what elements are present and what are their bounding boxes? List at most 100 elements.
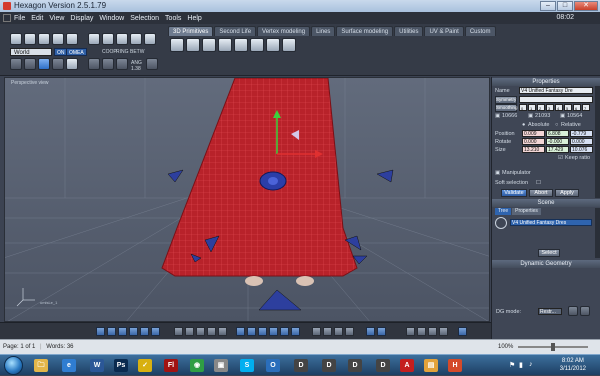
invert-selection-icon[interactable] (116, 58, 128, 70)
rotate-z-field[interactable]: 0.000 (570, 138, 593, 145)
cube-primitive-icon[interactable] (170, 38, 184, 52)
validate-button[interactable]: Validate (501, 189, 527, 197)
layout-horizontal-icon[interactable] (140, 327, 149, 336)
position-y-field[interactable]: 6.808 (546, 130, 569, 137)
select-button[interactable]: Select (538, 249, 560, 257)
smoothing-level-1[interactable]: 1 (528, 104, 536, 111)
omea-toggle[interactable]: OMEA (66, 48, 87, 56)
camera-icon[interactable] (174, 327, 183, 336)
tray-network-icon[interactable]: ▮ (519, 361, 523, 369)
tab-uv-paint[interactable]: UV & Paint (424, 26, 464, 36)
shrink-selection-icon[interactable] (102, 58, 114, 70)
lighting-icon[interactable] (269, 327, 278, 336)
start-button[interactable] (4, 356, 23, 375)
taskbar-clock[interactable]: 8:02 AM 3/11/2012 (560, 357, 586, 373)
tab-3d-primitives[interactable]: 3D Primitives (168, 26, 214, 36)
edge-select-icon[interactable] (102, 33, 114, 45)
keep-ratio-checkbox[interactable]: ☑ (558, 155, 563, 161)
smoothing-level-0[interactable]: 0 (519, 104, 527, 111)
cone-primitive-icon[interactable] (218, 38, 232, 52)
scale-tool-icon[interactable] (52, 33, 64, 45)
grow-selection-icon[interactable] (88, 58, 100, 70)
object-select-icon[interactable] (130, 33, 142, 45)
select-tool-icon[interactable] (10, 33, 22, 45)
zoom-icon[interactable] (185, 327, 194, 336)
norton-icon[interactable]: ✓ (134, 357, 156, 374)
lasso-icon[interactable] (38, 58, 50, 70)
smoothing-level-3[interactable]: 3 (546, 104, 554, 111)
layout-split-icon[interactable] (107, 327, 116, 336)
size-x-field[interactable]: 13.210 (522, 146, 545, 153)
ao-icon[interactable] (291, 327, 300, 336)
orbit-icon[interactable] (207, 327, 216, 336)
acrobat-icon[interactable]: A (396, 357, 418, 374)
magnet-icon[interactable] (24, 58, 36, 70)
zoom-slider-handle[interactable] (551, 343, 555, 351)
menu-window[interactable]: Window (99, 15, 124, 22)
chrome-icon[interactable]: ◉ (186, 357, 208, 374)
smoothing-level-6[interactable]: 6 (573, 104, 581, 111)
tab-vertex-modeling[interactable]: Vertex modeling (257, 26, 311, 36)
abort-button[interactable]: Abort (529, 189, 553, 197)
smoothing-button[interactable]: Smoothing (495, 104, 518, 112)
position-x-field[interactable]: 0.009 (522, 130, 545, 137)
symmetry-field[interactable] (519, 96, 593, 103)
flash-icon[interactable]: Fl (160, 357, 182, 374)
pen-tool-icon[interactable] (146, 58, 158, 70)
app-icon[interactable]: ▣ (210, 357, 232, 374)
pan-icon[interactable] (196, 327, 205, 336)
menu-tools[interactable]: Tools (165, 15, 181, 22)
coordinate-system-select[interactable]: World (10, 48, 52, 56)
tab-surface-modeling[interactable]: Surface modeling (336, 26, 394, 36)
manipulator-checkbox[interactable]: ▣ (495, 170, 500, 176)
close-button[interactable]: ✕ (574, 1, 598, 11)
smoothing-level-7[interactable]: 7 (582, 104, 590, 111)
grid-icon[interactable] (312, 327, 321, 336)
face-select-icon[interactable] (116, 33, 128, 45)
shading-icon[interactable] (236, 327, 245, 336)
cylinder-primitive-icon[interactable] (202, 38, 216, 52)
minimize-button[interactable]: – (540, 1, 556, 11)
tab-lines[interactable]: Lines (311, 26, 336, 36)
name-field[interactable]: V4 Unified Fantasy Dre (519, 87, 593, 94)
smoothing-level-5[interactable]: 5 (564, 104, 572, 111)
menu-selection[interactable]: Selection (130, 15, 159, 22)
render-region-icon[interactable] (377, 327, 386, 336)
layout-single-icon[interactable] (96, 327, 105, 336)
rotate-x-field[interactable]: 0.000 (522, 138, 545, 145)
dg-option-icon-1[interactable] (568, 306, 578, 316)
menu-display[interactable]: Display (70, 15, 93, 22)
dg-option-icon-2[interactable] (580, 306, 590, 316)
snapshot-icon[interactable] (406, 327, 415, 336)
size-y-field[interactable]: 17.429 (546, 146, 569, 153)
perspective-viewport[interactable]: Perspective view umlsLe_1 (4, 77, 490, 322)
auto-select-icon[interactable] (144, 33, 156, 45)
scene-item[interactable]: V4 Unified Fantasy Dres (510, 219, 592, 226)
universal-tool-icon[interactable] (66, 33, 78, 45)
maximize-button[interactable]: □ (557, 1, 573, 11)
tab-second-life[interactable]: Second Life (214, 26, 257, 36)
snap-icon[interactable] (10, 58, 22, 70)
absolute-radio-icon[interactable]: ● (522, 122, 525, 128)
fullscreen-icon[interactable] (458, 327, 467, 336)
ie-icon[interactable]: e (58, 357, 80, 374)
folder-icon[interactable]: ▤ (420, 357, 442, 374)
explorer-icon[interactable]: 🗀 (30, 357, 52, 374)
frame-icon[interactable] (218, 327, 227, 336)
disc-primitive-icon[interactable] (266, 38, 280, 52)
layout-vertical-icon[interactable] (129, 327, 138, 336)
hexagon-icon[interactable]: H (444, 357, 466, 374)
layout-quad-icon[interactable] (118, 327, 127, 336)
move-tool-icon[interactable] (24, 33, 36, 45)
tray-flag-icon[interactable]: ⚑ (509, 361, 515, 369)
layout-triple-icon[interactable] (151, 327, 160, 336)
relative-radio-icon[interactable]: ○ (555, 122, 558, 128)
torus-primitive-icon[interactable] (234, 38, 248, 52)
view-front-icon[interactable] (428, 327, 437, 336)
text-primitive-icon[interactable] (282, 38, 296, 52)
shadow-icon[interactable] (280, 327, 289, 336)
background-icon[interactable] (345, 327, 354, 336)
tab-tree[interactable]: Tree (495, 208, 512, 215)
sphere-primitive-icon[interactable] (186, 38, 200, 52)
outlook-icon[interactable]: O (262, 357, 284, 374)
